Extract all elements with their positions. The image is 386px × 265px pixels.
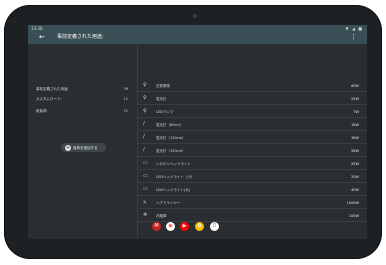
load-name: LEDランプ bbox=[156, 109, 174, 114]
stat-custom: カスタムロード: 12 bbox=[36, 97, 128, 102]
headlight-icon: ▭ bbox=[143, 160, 148, 166]
app-drawer-icon[interactable]: ⠿ bbox=[210, 222, 219, 231]
stat-label: 総負荷: bbox=[36, 109, 48, 113]
stat-value: 39 bbox=[123, 87, 128, 91]
back-arrow-icon[interactable]: ← bbox=[39, 33, 45, 42]
load-name: ヘアドライヤー bbox=[156, 200, 181, 205]
list-item[interactable]: ♀ LEDランプ 7W bbox=[138, 106, 367, 118]
bulb-icon: ♀ bbox=[143, 95, 147, 101]
youtube-icon[interactable]: ▶ bbox=[180, 222, 189, 231]
bulb-icon: ♀ bbox=[143, 108, 147, 114]
page-title: 事前定義された用途: bbox=[57, 34, 104, 40]
load-watts: 40W bbox=[351, 187, 359, 192]
summary-panel: 事前定義された用途: 39 カスタムロード: 12 総負荷: 71 + 負荷を追… bbox=[28, 44, 138, 239]
photos-icon[interactable]: ✿ bbox=[195, 222, 204, 231]
list-item[interactable]: / 蛍光灯（120cm） 36W bbox=[138, 132, 367, 144]
stat-value: 12 bbox=[123, 97, 128, 101]
load-watts: 60W bbox=[351, 83, 359, 88]
load-list: ♀ 白熱電球 60W ♀ 蛍光灯 25W ♀ LEDランプ 7W / 蛍光灯（6… bbox=[138, 44, 367, 239]
load-watts: 100W bbox=[348, 213, 359, 218]
load-name: 蛍光灯（150cm） bbox=[156, 148, 186, 153]
load-name: 冷蔵庫 bbox=[156, 213, 167, 218]
tube-light-icon: / bbox=[143, 147, 145, 153]
list-item[interactable]: ▭ LEDヘッドライト(大) 40W bbox=[138, 184, 367, 196]
stat-total: 総負荷: 71 bbox=[36, 109, 128, 114]
list-item[interactable]: ❄ 冷蔵庫 100W bbox=[138, 210, 367, 222]
add-load-button[interactable]: + 負荷を追加する bbox=[61, 143, 106, 152]
stat-label: カスタムロード: bbox=[36, 97, 62, 101]
app-dock: M ◉ ▶ ✿ ⠿ bbox=[152, 222, 222, 233]
tube-light-icon: / bbox=[143, 134, 145, 140]
load-name: 蛍光灯（60cm） bbox=[156, 122, 184, 127]
gmail-icon[interactable]: M bbox=[152, 222, 161, 231]
stat-label: 事前定義された用途: bbox=[36, 87, 69, 91]
status-time: 13:38 bbox=[31, 26, 43, 31]
tube-light-icon: / bbox=[143, 121, 145, 127]
headlight-icon: ▭ bbox=[143, 173, 148, 179]
stat-value: 71 bbox=[123, 109, 128, 113]
hair-dryer-icon: ϡ bbox=[143, 199, 147, 205]
load-watts: 25W bbox=[351, 96, 359, 101]
chrome-icon[interactable]: ◉ bbox=[166, 222, 175, 231]
load-watts: 36W bbox=[351, 135, 359, 140]
load-watts: 58W bbox=[351, 148, 359, 153]
list-item[interactable]: ▭ LEDヘッドライト（小） 20W bbox=[138, 171, 367, 183]
list-item[interactable]: ▭ ハロゲンヘッドライト 55W bbox=[138, 158, 367, 170]
load-name: 蛍光灯（120cm） bbox=[156, 135, 186, 140]
list-item[interactable]: ♀ 白熱電球 60W bbox=[138, 80, 367, 92]
load-name: LEDヘッドライト(大) bbox=[156, 187, 191, 192]
status-bar: 13:38 ▼ ◢ ■ bbox=[28, 25, 367, 32]
refrigerator-icon: ❄ bbox=[143, 212, 148, 218]
status-icons: ▼ ◢ ■ bbox=[345, 26, 363, 31]
list-item[interactable]: ϡ ヘアドライヤー 1000W bbox=[138, 197, 367, 209]
load-watts: 20W bbox=[351, 174, 359, 179]
load-name: 白熱電球 bbox=[156, 83, 170, 88]
overflow-menu-icon[interactable]: ⋮ bbox=[350, 33, 357, 42]
load-name: ハロゲンヘッドライト bbox=[156, 161, 191, 166]
headlight-icon: ▭ bbox=[143, 186, 148, 192]
load-watts: 1000W bbox=[346, 200, 359, 205]
list-item[interactable]: ♀ 蛍光灯 25W bbox=[138, 93, 367, 105]
screen: 13:38 ▼ ◢ ■ ← 事前定義された用途: ⋮ 事前定義された用途: 39… bbox=[28, 25, 367, 239]
bulb-icon: ♀ bbox=[143, 82, 147, 88]
list-item[interactable]: / 蛍光灯（150cm） 58W bbox=[138, 145, 367, 157]
plus-icon: + bbox=[65, 144, 71, 151]
load-watts: 55W bbox=[351, 161, 359, 166]
list-item[interactable]: / 蛍光灯（60cm） 18W bbox=[138, 119, 367, 131]
camera bbox=[193, 14, 197, 18]
app-bar: ← 事前定義された用途: ⋮ bbox=[28, 32, 367, 44]
load-watts: 7W bbox=[353, 109, 359, 114]
load-name: 蛍光灯 bbox=[156, 96, 167, 101]
add-load-label: 負荷を追加する bbox=[73, 145, 98, 150]
tablet-frame: 13:38 ▼ ◢ ■ ← 事前定義された用途: ⋮ 事前定義された用途: 39… bbox=[4, 5, 382, 259]
load-watts: 18W bbox=[351, 122, 359, 127]
load-name: LEDヘッドライト（小） bbox=[156, 174, 195, 179]
stat-predefined: 事前定義された用途: 39 bbox=[36, 87, 128, 92]
